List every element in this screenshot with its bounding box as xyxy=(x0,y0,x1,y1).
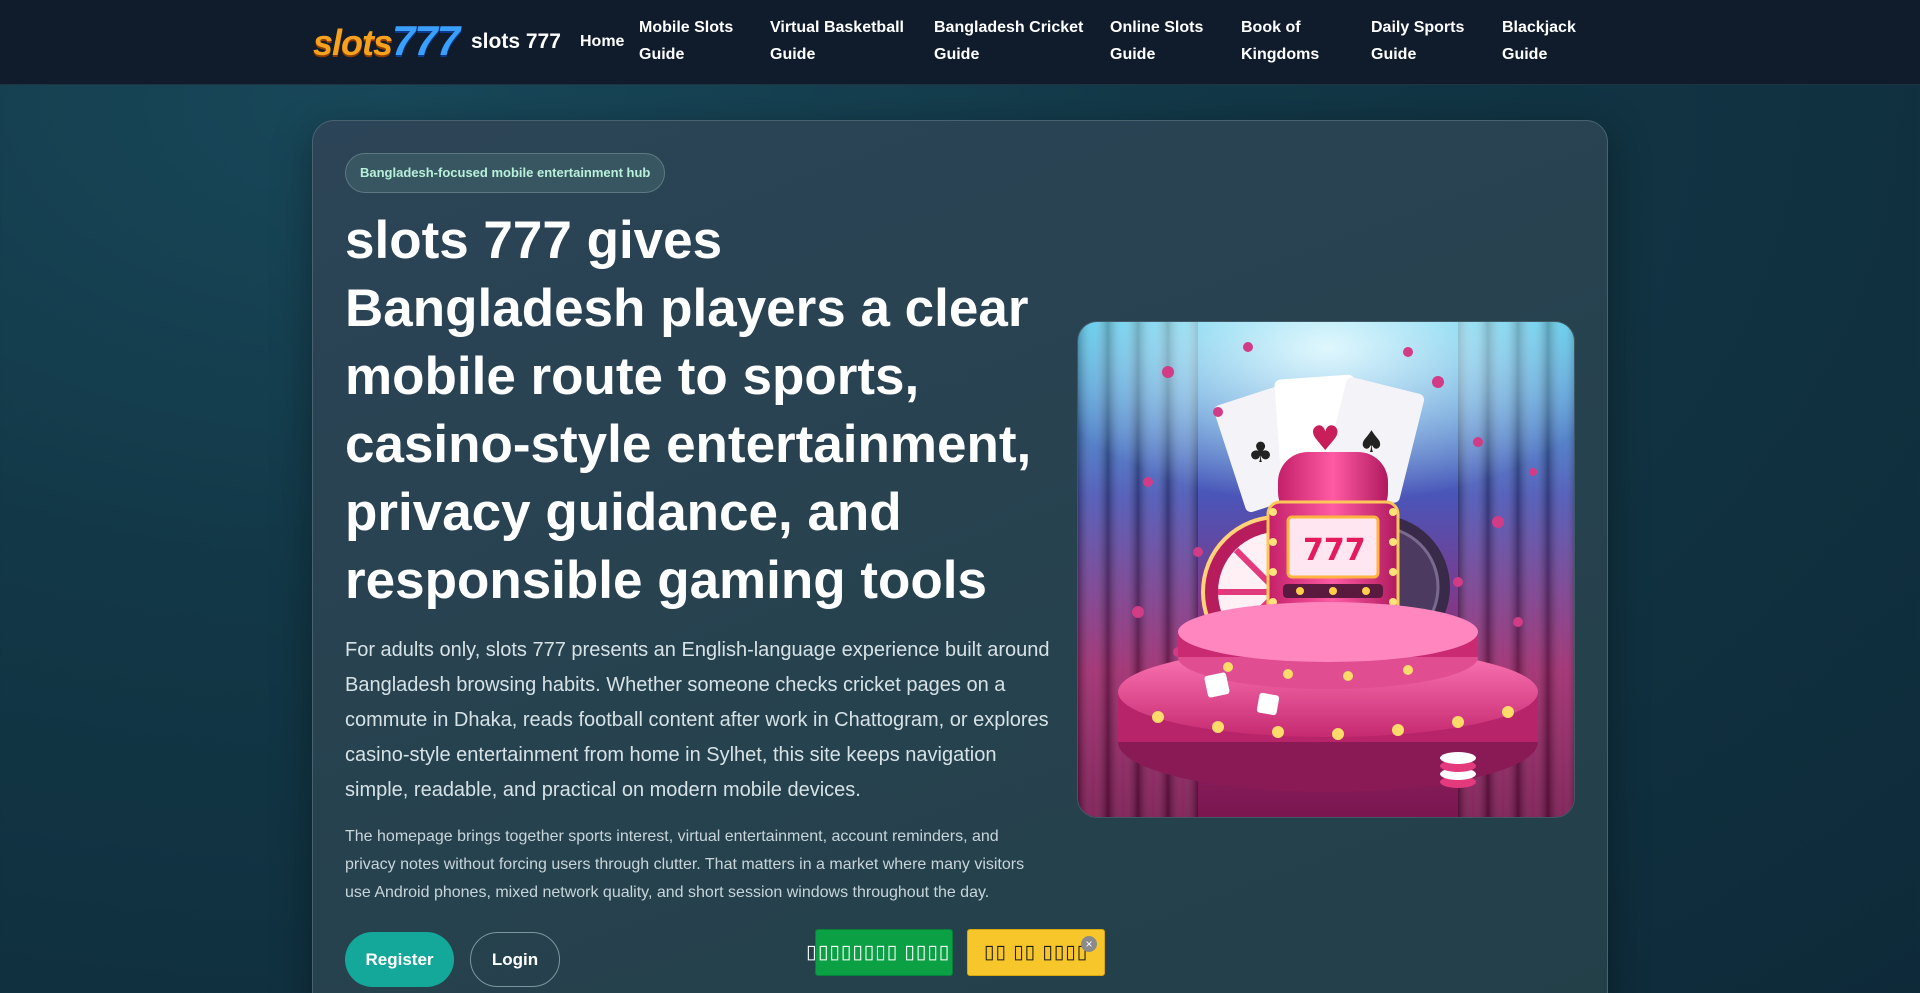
headline-line: Bangladesh players a clear xyxy=(345,279,1029,338)
nav-link-virtual-basketball-guide[interactable]: Virtual Basketball Guide xyxy=(770,14,904,68)
nav-link-blackjack-guide[interactable]: Blackjack Guide xyxy=(1502,14,1576,68)
nav-link-bangladesh-cricket-guide[interactable]: Bangladesh Cricket Guide xyxy=(934,14,1083,68)
nav-link-online-slots-guide[interactable]: Online Slots Guide xyxy=(1110,14,1203,68)
register-button[interactable]: Register xyxy=(345,932,454,987)
top-navigation-bar: slots777 slots 777 Home Mobile Slots Guid… xyxy=(0,0,1920,85)
nav-label: Guide xyxy=(1371,46,1417,63)
nav-link-book-of-kingdoms[interactable]: Book of Kingdoms xyxy=(1241,14,1319,68)
nav-label: Book of xyxy=(1241,19,1301,36)
floating-green-banner[interactable]: ▯▯▯▯▯▯▯ ▯▯▯▯ xyxy=(815,929,953,976)
close-icon[interactable]: × xyxy=(1081,936,1097,952)
nav-link-daily-sports-guide[interactable]: Daily Sports Guide xyxy=(1371,14,1464,68)
svg-text:♣: ♣ xyxy=(1248,436,1273,469)
login-button[interactable]: Login xyxy=(470,932,560,987)
svg-text:777: 777 xyxy=(1303,533,1366,568)
nav-label: Guide xyxy=(934,46,980,63)
nav-label: Guide xyxy=(770,46,816,63)
headline-line: casino-style entertainment, xyxy=(345,415,1032,474)
hero-sub-paragraph: The homepage brings together sports inte… xyxy=(345,828,1025,901)
headline-line: responsible gaming tools xyxy=(345,551,987,610)
nav-label: Bangladesh Cricket xyxy=(934,19,1084,36)
nav-label: Guide xyxy=(1502,46,1548,63)
hero-headline: slots 777 gives Bangladesh players a cle… xyxy=(345,207,1065,615)
headline-line: slots 777 gives xyxy=(345,211,723,270)
nav-label: Blackjack xyxy=(1502,19,1576,36)
nav-label: Virtual Basketball xyxy=(770,19,904,36)
nav-label: Guide xyxy=(639,46,685,63)
headline-line: privacy guidance, and xyxy=(345,483,902,542)
main-nav: Home Mobile Slots Guide Virtual Basketbal… xyxy=(0,14,1920,74)
nav-label: Kingdoms xyxy=(1241,46,1320,63)
nav-link-mobile-slots-guide[interactable]: Mobile Slots Guide xyxy=(639,14,733,68)
headline-line: mobile route to sports, xyxy=(345,347,920,406)
nav-label: Mobile Slots xyxy=(639,19,734,36)
hero-lead-paragraph: For adults only, slots 777 presents an E… xyxy=(345,639,1050,801)
nav-label: Daily Sports xyxy=(1371,19,1465,36)
hero-slot-machine-image: ♥ ♠ ♣ 777 xyxy=(1077,321,1575,818)
nav-label: Online Slots xyxy=(1110,19,1204,36)
nav-label: Guide xyxy=(1110,46,1156,63)
nav-label: Home xyxy=(580,33,625,50)
nav-link-home[interactable]: Home xyxy=(580,28,624,55)
hero-tag-badge: Bangladesh-focused mobile entertainment … xyxy=(345,153,666,193)
